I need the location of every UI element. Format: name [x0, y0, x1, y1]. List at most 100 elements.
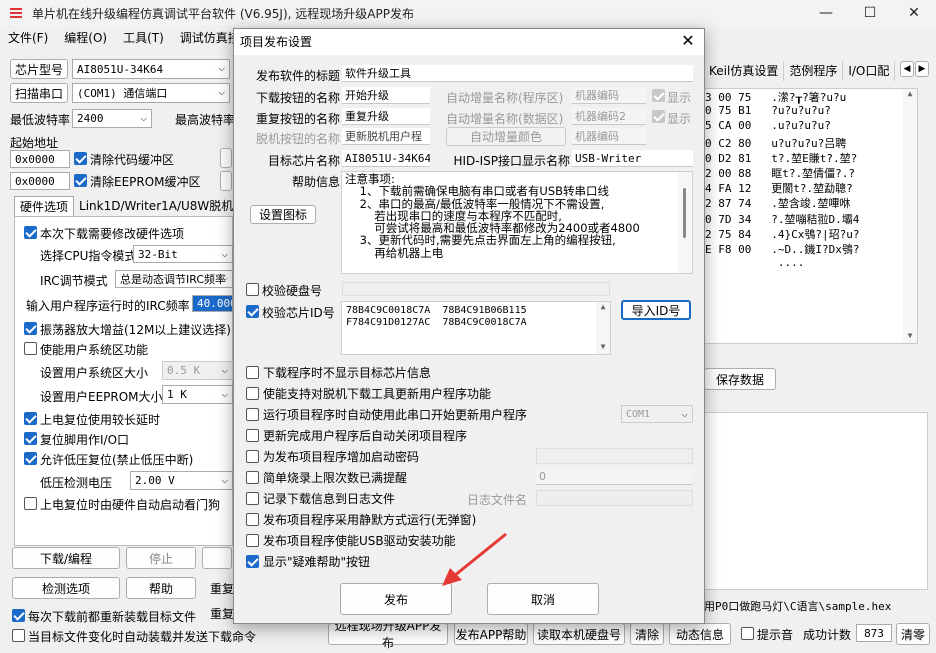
osc-gain-checkbox[interactable]	[24, 322, 37, 335]
low-volt-select[interactable]: 2.00 V	[130, 471, 233, 490]
dialog-option-9[interactable]: 发布项目程序使能USB驱动安装功能	[246, 532, 456, 548]
tab-offline[interactable]: Link1D/Writer1A/U8W脱机	[74, 196, 240, 217]
side-button-1[interactable]	[220, 148, 232, 168]
eeprom-size-select[interactable]: 1 K	[162, 385, 233, 404]
code-address-input[interactable]: 0x0000	[10, 150, 70, 168]
irc-mode-select[interactable]: 总是动态调节IRC频率	[115, 270, 233, 288]
dialog-option-3[interactable]: 运行项目程序时自动使用此串口开始更新用户程序	[246, 406, 527, 422]
auto-load-checkbox[interactable]	[12, 629, 25, 642]
dialog-option-checkbox[interactable]	[246, 386, 259, 400]
clear-eeprom-checkbox[interactable]	[74, 174, 87, 187]
display-2-checkbox[interactable]	[652, 110, 665, 123]
chip-type-button[interactable]: 芯片型号	[10, 59, 68, 79]
tab-hardware-options[interactable]: 硬件选项	[14, 196, 75, 217]
com-port-select[interactable]: COM1	[621, 405, 693, 423]
stop-button[interactable]: 停止	[126, 547, 196, 569]
tab-examples[interactable]: 范例程序	[784, 61, 844, 81]
dialog-option-checkbox[interactable]	[246, 428, 259, 442]
auto-inc-color-button[interactable]: 自动增量颜色	[446, 127, 566, 146]
dialog-close-icon[interactable]: ✕	[678, 31, 698, 51]
tab-scroll-right[interactable]: ▶	[915, 61, 929, 77]
menu-program[interactable]: 编程(O)	[56, 28, 115, 48]
offline-btn-name-input[interactable]: 更新脱机用户程	[342, 128, 430, 145]
watchdog-checkbox[interactable]	[24, 497, 37, 510]
chip-type-select[interactable]: AI8051U-34K64	[72, 59, 230, 79]
dialog-option-checkbox[interactable]	[246, 512, 259, 526]
dialog-option-6[interactable]: 简单烧录上限次数已满提醒	[246, 469, 407, 485]
clear-code-checkbox[interactable]	[74, 152, 87, 165]
power-delay-checkbox[interactable]	[24, 412, 37, 425]
dialog-option-checkbox[interactable]	[246, 491, 259, 505]
irc-freq-input[interactable]: 40.000	[192, 295, 233, 312]
target-chip-input[interactable]: AI8051U-34K64	[342, 150, 430, 167]
chip-id-textarea[interactable]: 78B4C9C0018C7A 78B4C91B06B115 F784C91D012…	[341, 301, 611, 355]
dialog-option-checkbox[interactable]	[246, 407, 259, 421]
verify-chip-id-checkbox[interactable]	[246, 305, 259, 318]
release-title-input[interactable]: 软件升级工具	[342, 65, 693, 82]
menu-tools[interactable]: 工具(T)	[115, 28, 172, 48]
download-button[interactable]: 下载/编程	[12, 547, 120, 569]
repeat-btn-name-input[interactable]: 重复升级	[342, 108, 430, 125]
low-volt-reset-checkbox[interactable]	[24, 452, 37, 465]
close-button[interactable]: ✕	[892, 0, 936, 26]
reload-checkbox[interactable]	[12, 609, 25, 622]
check-options-button[interactable]: 检测选项	[12, 577, 120, 599]
scan-port-button[interactable]: 扫描串口	[10, 83, 68, 103]
user-sys-area-checkbox[interactable]	[24, 342, 37, 355]
dynamic-info-button[interactable]: 动态信息	[669, 623, 731, 645]
dialog-option-1[interactable]: 下载程序时不显示目标芯片信息	[246, 364, 431, 380]
reset-count-button[interactable]: 清零	[896, 623, 930, 645]
dialog-option-8[interactable]: 发布项目程序采用静默方式运行(无弹窗)	[246, 511, 476, 527]
log-file-field[interactable]	[536, 490, 693, 506]
dialog-option-checkbox[interactable]	[246, 533, 259, 547]
help-scrollbar[interactable]	[678, 172, 692, 273]
burn-limit-input[interactable]: 0	[536, 469, 693, 485]
chip-id-scrollbar[interactable]: ▲ ▼	[596, 302, 610, 354]
port-select[interactable]: (COM1) 通信端口	[72, 83, 230, 103]
maximize-button[interactable]: ☐	[848, 0, 892, 26]
machine-code-3-input[interactable]: 机器编码	[572, 128, 646, 145]
tab-io-config[interactable]: I/O口配	[843, 61, 896, 81]
remote-release-button[interactable]: 远程现场升级APP发布	[328, 619, 448, 650]
sound-checkbox[interactable]	[741, 627, 754, 640]
cpu-mode-select[interactable]: 32-Bit	[133, 245, 233, 263]
clear-button[interactable]: 清除	[630, 623, 664, 645]
sys-area-size-select[interactable]: 0.5 K	[162, 361, 233, 380]
display-1-checkbox[interactable]	[652, 89, 665, 102]
verify-disk-checkbox[interactable]	[246, 283, 259, 296]
publish-help-button[interactable]: 发布APP帮助	[454, 623, 528, 645]
dialog-option-checkbox[interactable]	[246, 554, 259, 568]
dialog-option-7[interactable]: 记录下载信息到日志文件	[246, 490, 395, 506]
disk-id-field[interactable]	[342, 282, 610, 296]
minimize-button[interactable]: —	[804, 0, 848, 26]
modify-hw-checkbox[interactable]	[24, 226, 37, 239]
startup-password-field[interactable]	[536, 448, 693, 464]
side-button-2[interactable]	[220, 171, 232, 191]
help-info-textarea[interactable]: 注意事项: 1、下载前需确保电脑有串口或者有USB转串口线 2、串口的最高/最低…	[341, 171, 693, 274]
import-id-button[interactable]: 导入ID号	[621, 300, 691, 320]
help-button[interactable]: 帮助	[126, 577, 196, 599]
min-baud-select[interactable]: 2400	[72, 109, 152, 128]
dialog-option-checkbox[interactable]	[246, 365, 259, 379]
eeprom-address-input[interactable]: 0x0000	[10, 172, 70, 190]
dialog-option-5[interactable]: 为发布项目程序增加启动密码	[246, 448, 419, 464]
extra-button-1[interactable]	[202, 547, 232, 569]
machine-code-2-input[interactable]: 机器编码2	[572, 108, 646, 125]
tab-scroll-left[interactable]: ◀	[900, 61, 914, 77]
dialog-option-2[interactable]: 使能支持对脱机下载工具更新用户程序功能	[246, 385, 491, 401]
machine-code-1-input[interactable]: 机器编码	[572, 87, 646, 104]
set-icon-button[interactable]: 设置图标	[250, 205, 316, 224]
menu-file[interactable]: 文件(F)	[0, 28, 56, 48]
hid-name-input[interactable]: USB-Writer	[572, 150, 693, 167]
read-disk-id-button[interactable]: 读取本机硬盘号	[533, 623, 625, 645]
dialog-option-checkbox[interactable]	[246, 449, 259, 463]
dialog-option-10[interactable]: 显示"疑难帮助"按钮	[246, 553, 370, 569]
download-btn-name-input[interactable]: 开始升级	[342, 87, 430, 104]
publish-button[interactable]: 发布	[340, 583, 452, 615]
dialog-option-4[interactable]: 更新完成用户程序后自动关闭项目程序	[246, 427, 467, 443]
reset-io-checkbox[interactable]	[24, 432, 37, 445]
dialog-option-checkbox[interactable]	[246, 470, 259, 484]
save-data-button[interactable]: 保存数据	[704, 368, 776, 390]
tab-keil-sim[interactable]: Keil仿真设置	[704, 61, 785, 81]
hex-scrollbar[interactable]: ▲ ▼	[903, 89, 917, 343]
